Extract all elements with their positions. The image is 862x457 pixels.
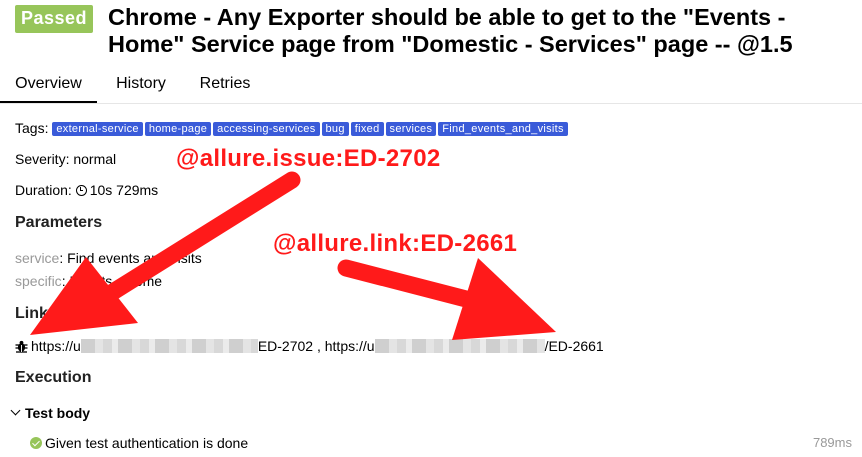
arrow-to-external-link — [337, 258, 556, 340]
annotation-issue: @allure.issue:ED-2702 — [176, 145, 441, 172]
annotation-link: @allure.link:ED-2661 — [273, 230, 518, 257]
annotation-arrows — [30, 171, 556, 340]
arrow-to-issue-link — [30, 171, 301, 335]
